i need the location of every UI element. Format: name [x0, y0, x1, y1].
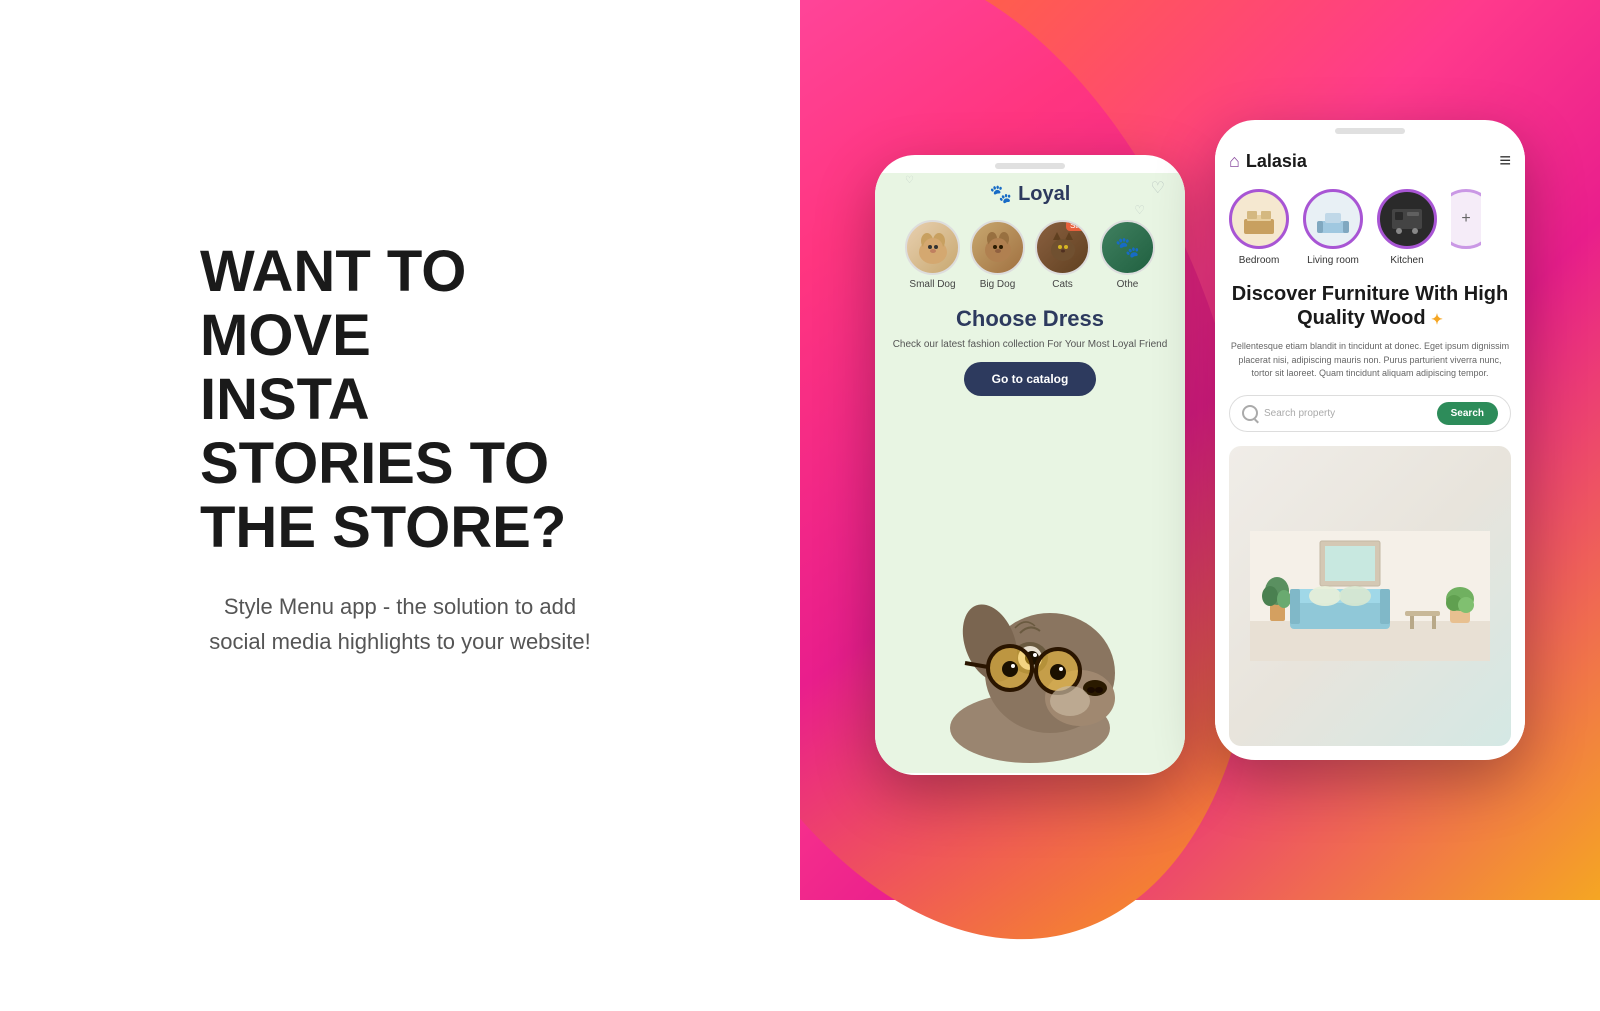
- search-row[interactable]: Search property Search: [1229, 395, 1511, 432]
- furniture-description: Pellentesque etiam blandit in tincidunt …: [1229, 340, 1511, 381]
- left-section: WANT TO MOVE INSTA STORIES TO THE STORE?…: [0, 0, 800, 900]
- category-kitchen[interactable]: Kitchen: [1377, 189, 1437, 266]
- catalog-button[interactable]: Go to catalog: [964, 362, 1097, 396]
- right-section: ♡ ♡ ♡ 🐾 Loyal Small: [800, 0, 1600, 900]
- category-small-dog[interactable]: Small Dog: [905, 220, 960, 290]
- kitchen-label: Kitchen: [1390, 255, 1423, 266]
- loyal-app-name: Loyal: [1018, 183, 1070, 206]
- cats-avatar: [1035, 220, 1090, 275]
- room-illustration: [1250, 531, 1490, 661]
- search-button[interactable]: Search: [1437, 402, 1498, 425]
- furniture-headline-text: Discover Furniture With High Quality Woo…: [1232, 283, 1509, 329]
- furniture-headline: Discover Furniture With High Quality Woo…: [1229, 282, 1511, 330]
- small-dog-label: Small Dog: [909, 279, 955, 290]
- room-categories: Bedroom Living room Kitche: [1229, 189, 1511, 266]
- other-avatar: 🐾: [1100, 220, 1155, 275]
- headline-line3: THE STORE?: [200, 495, 566, 560]
- big-dog-label: Big Dog: [980, 279, 1016, 290]
- dog-image-area: [885, 412, 1175, 763]
- small-dog-avatar: [905, 220, 960, 275]
- cats-label: Cats: [1052, 279, 1073, 290]
- bedroom-avatar: [1229, 189, 1289, 249]
- lalasia-app-name: Lalasia: [1246, 151, 1307, 172]
- dog-illustration: [910, 543, 1150, 763]
- lalasia-topbar: ⌂ Lalasia ≡: [1229, 150, 1511, 173]
- headline-line1: WANT TO MOVE: [200, 239, 466, 368]
- category-cats[interactable]: Cats: [1035, 220, 1090, 290]
- lalasia-screen-container: ⌂ Lalasia ≡ Bedroom: [1215, 138, 1525, 758]
- living-room-label: Living room: [1307, 255, 1359, 266]
- phone-lalasia: ⌂ Lalasia ≡ Bedroom: [1215, 120, 1525, 760]
- main-headline: WANT TO MOVE INSTA STORIES TO THE STORE?: [200, 240, 600, 559]
- sparkle-icon: ✦: [1431, 311, 1443, 327]
- choose-dress-sub: Check our latest fashion collection For …: [893, 338, 1168, 352]
- category-big-dog[interactable]: Big Dog: [970, 220, 1025, 290]
- pet-categories: Small Dog Big Dog Cats: [905, 220, 1155, 290]
- living-room-avatar: [1303, 189, 1363, 249]
- loyal-screen: ♡ ♡ ♡ 🐾 Loyal Small: [875, 173, 1185, 773]
- choose-dress-title: Choose Dress: [893, 306, 1168, 332]
- more-avatar: +: [1451, 189, 1481, 249]
- lalasia-logo-icon: ⌂: [1229, 151, 1240, 172]
- bedroom-label: Bedroom: [1239, 255, 1280, 266]
- lalasia-brand: ⌂ Lalasia: [1229, 151, 1307, 172]
- category-more: +: [1451, 189, 1481, 266]
- loyal-header: 🐾 Loyal: [990, 183, 1071, 206]
- headline-line2: INSTA STORIES TO: [200, 367, 549, 496]
- sub-text: Style Menu app - the solution to add soc…: [200, 589, 600, 659]
- furniture-image: [1229, 446, 1511, 747]
- choose-dress-section: Choose Dress Check our latest fashion co…: [893, 306, 1168, 396]
- big-dog-avatar: [970, 220, 1025, 275]
- category-other[interactable]: 🐾 Othe: [1100, 220, 1155, 290]
- left-content: WANT TO MOVE INSTA STORIES TO THE STORE?…: [160, 200, 640, 699]
- phone-loyal: ♡ ♡ ♡ 🐾 Loyal Small: [875, 155, 1185, 775]
- search-icon: [1242, 405, 1258, 421]
- search-input[interactable]: Search property: [1264, 408, 1431, 419]
- category-bedroom[interactable]: Bedroom: [1229, 189, 1289, 266]
- other-label: Othe: [1117, 279, 1139, 290]
- kitchen-avatar: [1377, 189, 1437, 249]
- category-living-room[interactable]: Living room: [1303, 189, 1363, 266]
- hamburger-menu-icon[interactable]: ≡: [1499, 150, 1511, 173]
- loyal-paw-icon: 🐾: [990, 184, 1012, 205]
